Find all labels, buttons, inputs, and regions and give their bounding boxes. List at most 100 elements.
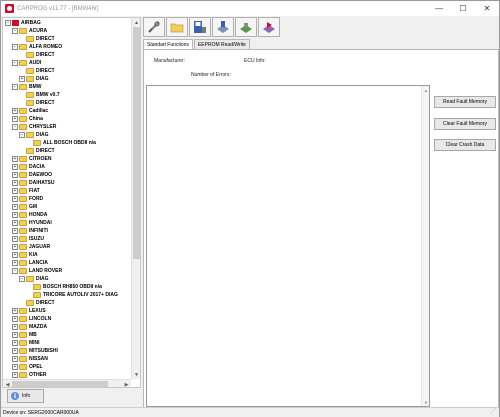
tree-node[interactable]: DIRECT [19,51,55,59]
tree-node[interactable]: + DACIA [12,163,45,171]
expand-toggle-icon[interactable]: + [12,236,18,242]
tree-node[interactable]: − ACURA [12,27,48,35]
tree-node[interactable]: − AIRBAG [5,19,41,27]
scroll-down-arrow-icon[interactable]: ▼ [132,370,140,379]
tree-node[interactable]: − BMW [12,83,42,91]
tree-node[interactable]: + HYUNDAI [12,219,52,227]
expand-toggle-icon[interactable]: + [12,316,18,322]
expand-toggle-icon[interactable]: + [12,244,18,250]
expand-toggle-icon[interactable]: + [12,228,18,234]
tree-node[interactable]: + MAZDA [12,323,48,331]
tree-vertical-scrollbar[interactable]: ▲ ▼ [131,18,140,379]
expand-toggle-icon[interactable]: + [12,356,18,362]
tree-node[interactable]: + HONDA [12,211,48,219]
tree-node[interactable]: BMW v0.7 [19,91,60,99]
info-button[interactable]: i Info [7,389,44,403]
collapse-toggle-icon[interactable]: − [19,276,25,282]
tree-node[interactable]: ALL BOSCH OBDII n/a [26,139,96,147]
expand-toggle-icon[interactable]: + [12,260,18,266]
expand-toggle-icon[interactable]: + [12,116,18,122]
tree-node[interactable]: + China [12,115,43,123]
tree-node[interactable]: + FIAT [12,187,40,195]
tree-node[interactable]: + GM [12,203,38,211]
tree-node[interactable]: + LANCIA [12,259,48,267]
expand-toggle-icon[interactable]: + [12,372,18,378]
chip-button[interactable] [235,17,257,37]
tree-node[interactable]: DIRECT [19,67,55,75]
run-button[interactable] [258,17,280,37]
tab-eeprom-read-write[interactable]: EEPROM Read/Write [193,39,250,49]
collapse-toggle-icon[interactable]: − [12,268,18,274]
expand-toggle-icon[interactable]: + [12,108,18,114]
tree-node[interactable]: + KIA [12,251,38,259]
output-vertical-scrollbar[interactable]: ▲ ▼ [421,86,429,406]
fault-output-textbox[interactable]: ▲ ▼ [146,85,430,407]
tree-vscroll-thumb[interactable] [133,27,140,259]
tree-node[interactable]: + FORD [12,195,44,203]
expand-toggle-icon[interactable]: + [12,220,18,226]
expand-toggle-icon[interactable]: + [12,364,18,370]
tree-node[interactable]: − AUDI [12,59,42,67]
tree-node[interactable]: + MB [12,331,37,339]
tree-node[interactable]: − CHRYSLER [12,123,57,131]
expand-toggle-icon[interactable]: + [12,180,18,186]
tree-node[interactable]: DIRECT [19,299,55,307]
tree-node[interactable]: + JAGUAR [12,243,51,251]
tree-node[interactable]: + OPEL [12,363,43,371]
scroll-up-arrow-icon[interactable]: ▲ [132,18,140,27]
write-device-button[interactable] [212,17,234,37]
expand-toggle-icon[interactable]: + [12,324,18,330]
tree-node[interactable]: TRICORE AUTOLIV 2017+ DIAG [26,291,118,299]
expand-toggle-icon[interactable]: + [12,212,18,218]
expand-toggle-icon[interactable]: + [12,348,18,354]
expand-toggle-icon[interactable]: + [12,340,18,346]
expand-toggle-icon[interactable]: + [12,156,18,162]
tools-button[interactable] [143,17,165,37]
tree-node[interactable]: + ISUZU [12,235,44,243]
resize-grip-icon[interactable]: ⋰ [490,409,497,416]
expand-toggle-icon[interactable]: + [19,76,25,82]
tree-node[interactable]: − ALFA ROMEO [12,43,63,51]
expand-toggle-icon[interactable]: + [12,196,18,202]
tree-node[interactable]: + DAEWOO [12,171,53,179]
tree-node[interactable]: + LEXUS [12,307,46,315]
tree-node[interactable]: DIRECT [19,35,55,43]
tree-node[interactable]: + Cadillac [12,107,49,115]
collapse-toggle-icon[interactable]: − [12,124,18,130]
title-bar[interactable]: CARPROG v11.77 - [BMW46r] — ☐ ✕ [1,1,499,16]
expand-toggle-icon[interactable]: + [12,172,18,178]
output-scroll-down-icon[interactable]: ▼ [422,398,430,406]
tree-node[interactable]: − LAND ROVER [12,267,63,275]
scroll-right-arrow-icon[interactable]: ▶ [122,380,131,388]
expand-toggle-icon[interactable]: + [12,308,18,314]
collapse-toggle-icon[interactable]: − [12,28,18,34]
save-button[interactable] [189,17,211,37]
collapse-toggle-icon[interactable]: − [12,60,18,66]
tree-node[interactable]: + INFINITI [12,227,48,235]
tree-node[interactable]: + CITROEN [12,155,52,163]
expand-toggle-icon[interactable]: + [12,188,18,194]
scroll-left-arrow-icon[interactable]: ◀ [3,380,12,388]
clear-crash-data-button[interactable]: Clear Crash Data [434,139,496,151]
tree-node[interactable]: BOSCH RH850 OBDII n/a [26,283,102,291]
tree-node[interactable]: + DIAG [19,75,49,83]
tree-node[interactable]: − DIAG [19,131,49,139]
collapse-toggle-icon[interactable]: − [12,44,18,50]
tree-node[interactable]: + MINI [12,339,40,347]
expand-toggle-icon[interactable]: + [12,252,18,258]
tree-node[interactable]: + NISSAN [12,355,48,363]
tree-node[interactable]: − DIAG [19,275,49,283]
tree-node[interactable]: DIRECT [19,99,55,107]
tree-node[interactable]: + MITSUBISHI [12,347,58,355]
tree-node[interactable]: + LINCOLN [12,315,52,323]
read-fault-memory-button[interactable]: Read Fault Memory [434,96,496,108]
minimize-button[interactable]: — [427,1,451,16]
tree-node[interactable]: + OTHER [12,371,47,379]
collapse-toggle-icon[interactable]: − [5,20,11,26]
expand-toggle-icon[interactable]: + [12,164,18,170]
collapse-toggle-icon[interactable]: − [12,84,18,90]
tree-horizontal-scrollbar[interactable]: ◀ ▶ [3,379,131,388]
tree-node[interactable]: DIRECT [19,147,55,155]
collapse-toggle-icon[interactable]: − [19,132,25,138]
close-button[interactable]: ✕ [475,1,499,16]
